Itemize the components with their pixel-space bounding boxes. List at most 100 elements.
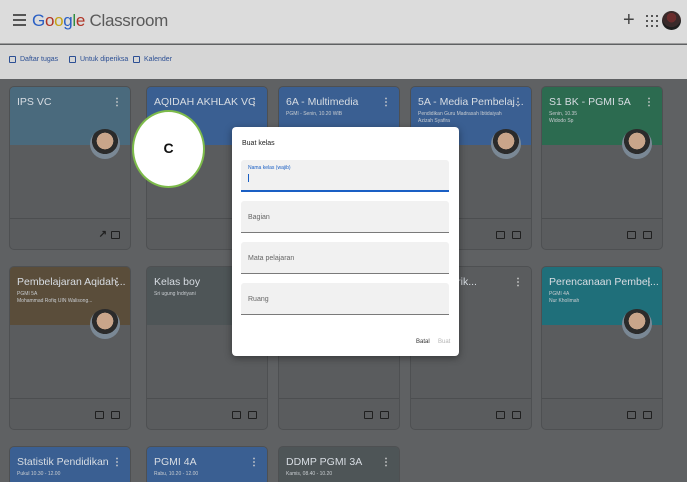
more-options-icon[interactable]: ⋮ bbox=[644, 97, 654, 108]
card-title[interactable]: DDMP PGMI 3A bbox=[286, 456, 362, 468]
nav-label: Daftar tugas bbox=[20, 56, 59, 63]
dialog-title: Buat kelas bbox=[242, 140, 275, 147]
card-title[interactable]: 6A - Multimedia bbox=[286, 96, 358, 108]
nav-daftar-tugas[interactable]: Daftar tugas bbox=[9, 56, 58, 63]
card-subtitle: Pukul 10.30 - 12.00 bbox=[17, 471, 61, 477]
checklist-icon bbox=[9, 56, 16, 63]
app-logo[interactable]: Google Classroom bbox=[32, 11, 168, 31]
card-subtitle: Senin, 10.35 bbox=[549, 111, 578, 117]
card-title[interactable]: PGMI 4A bbox=[154, 456, 197, 468]
teacher-avatar bbox=[622, 129, 652, 159]
more-options-icon[interactable]: ⋮ bbox=[513, 277, 523, 288]
folder-icon[interactable] bbox=[111, 231, 120, 239]
teacher-avatar bbox=[491, 129, 521, 159]
folder-icon[interactable] bbox=[643, 231, 652, 239]
text-caret bbox=[248, 174, 249, 182]
card-footer bbox=[279, 398, 399, 429]
folder-icon[interactable] bbox=[512, 411, 521, 419]
class-card[interactable]: Pembelajaran Aqidah... PGMI 5A Mohammad Ro… bbox=[9, 266, 131, 430]
folder-icon[interactable] bbox=[380, 411, 389, 419]
card-teacher: Widodo Sp bbox=[549, 118, 574, 124]
top-bar: Google Classroom + bbox=[0, 0, 687, 44]
card-footer bbox=[411, 398, 531, 429]
more-options-icon[interactable]: ⋮ bbox=[112, 97, 122, 108]
card-title[interactable]: Kelas boy bbox=[154, 276, 200, 288]
create-class-dialog: Buat kelas Nama kelas (wajib) Bagian Mat… bbox=[232, 127, 459, 356]
card-footer bbox=[542, 398, 662, 429]
section-field[interactable]: Bagian bbox=[241, 201, 449, 233]
field-label: Bagian bbox=[248, 214, 270, 221]
assignment-icon[interactable] bbox=[496, 411, 505, 419]
sub-navigation: Daftar tugas Untuk diperiksa Kalender bbox=[0, 45, 687, 79]
folder-icon[interactable] bbox=[111, 411, 120, 419]
card-footer bbox=[10, 398, 130, 429]
folder-icon bbox=[69, 56, 76, 63]
more-options-icon[interactable]: ⋮ bbox=[513, 97, 523, 108]
card-subtitle: PGMI - Senin, 10.20 WIB bbox=[286, 111, 343, 117]
card-teacher: Nur Kholimah bbox=[549, 298, 580, 304]
class-card[interactable]: Perencanaan Pembel... PGMI 4A Nur Kholimah… bbox=[541, 266, 663, 430]
annotation-marker: C bbox=[132, 110, 205, 188]
card-footer: ↗ bbox=[10, 218, 130, 249]
more-options-icon[interactable]: ⋮ bbox=[112, 457, 122, 468]
subject-field[interactable]: Mata pelajaran bbox=[241, 242, 449, 274]
class-card[interactable]: PGMI 4A Rabu, 10.20 - 12.00 ⋮ bbox=[146, 446, 268, 482]
card-title[interactable]: Perencanaan Pembel... bbox=[549, 276, 659, 288]
nav-label: Untuk diperiksa bbox=[80, 56, 129, 63]
card-title[interactable]: IPS VC bbox=[17, 96, 51, 108]
card-subtitle: PGMI 4A bbox=[549, 291, 570, 297]
assignment-icon[interactable] bbox=[95, 411, 104, 419]
nav-untuk-diperiksa[interactable]: Untuk diperiksa bbox=[69, 56, 128, 63]
app-name: Classroom bbox=[89, 11, 169, 30]
class-card[interactable]: S1 BK - PGMI 5A Senin, 10.35 Widodo Sp ⋮ bbox=[541, 86, 663, 250]
menu-icon[interactable] bbox=[13, 14, 26, 26]
teacher-avatar bbox=[622, 309, 652, 339]
folder-icon[interactable] bbox=[248, 411, 257, 419]
card-title[interactable]: Statistik Pendidikan bbox=[17, 456, 109, 468]
cancel-button[interactable]: Batal bbox=[416, 339, 430, 345]
room-field[interactable]: Ruang bbox=[241, 283, 449, 315]
class-name-field[interactable]: Nama kelas (wajib) bbox=[241, 160, 449, 192]
card-title[interactable]: AQIDAH AKHLAK VC bbox=[154, 96, 256, 108]
card-teacher: Mohammad Rofiq UIN Walisong... bbox=[17, 298, 93, 304]
card-footer bbox=[147, 398, 267, 429]
more-options-icon[interactable]: ⋮ bbox=[249, 97, 259, 108]
more-options-icon[interactable]: ⋮ bbox=[381, 97, 391, 108]
assignment-icon[interactable] bbox=[364, 411, 373, 419]
assignment-icon[interactable] bbox=[232, 411, 241, 419]
account-avatar[interactable] bbox=[662, 11, 681, 30]
card-subtitle: PGMI 5A bbox=[17, 291, 38, 297]
card-subtitle: Pendidikan Guru Madrasah Ibtidaiyah bbox=[418, 111, 502, 117]
assignment-icon[interactable] bbox=[496, 231, 505, 239]
more-options-icon[interactable]: ⋮ bbox=[112, 277, 122, 288]
class-card[interactable]: DDMP PGMI 3A Kamis, 08.40 - 10.20 ⋮ bbox=[278, 446, 400, 482]
annotation-label: C bbox=[163, 140, 174, 156]
more-options-icon[interactable]: ⋮ bbox=[381, 457, 391, 468]
create-button[interactable]: Buat bbox=[438, 339, 450, 345]
card-teacher: Azizah Syafira bbox=[418, 118, 450, 124]
card-subtitle: Kamis, 08.40 - 10.20 bbox=[286, 471, 333, 477]
card-title[interactable]: S1 BK - PGMI 5A bbox=[549, 96, 631, 108]
folder-icon[interactable] bbox=[512, 231, 521, 239]
card-subtitle: Sri ugung Indriyani bbox=[154, 291, 196, 297]
folder-icon[interactable] bbox=[643, 411, 652, 419]
more-options-icon[interactable]: ⋮ bbox=[249, 457, 259, 468]
more-options-icon[interactable]: ⋮ bbox=[644, 277, 654, 288]
card-subtitle: Rabu, 10.20 - 12.00 bbox=[154, 471, 199, 477]
assignment-icon[interactable] bbox=[627, 231, 636, 239]
class-card[interactable]: Statistik Pendidikan Pukul 10.30 - 12.00 ⋮ bbox=[9, 446, 131, 482]
calendar-icon bbox=[133, 56, 140, 63]
trend-icon[interactable]: ↗ bbox=[99, 229, 107, 240]
class-card[interactable]: IPS VC ⋮ ↗ bbox=[9, 86, 131, 250]
assignment-icon[interactable] bbox=[627, 411, 636, 419]
card-title[interactable]: 5A - Media Pembelaj... bbox=[418, 96, 524, 108]
card-title[interactable]: Pembelajaran Aqidah... bbox=[17, 276, 126, 288]
nav-kalender[interactable]: Kalender bbox=[133, 56, 172, 63]
add-icon[interactable]: + bbox=[623, 9, 635, 32]
field-label: Nama kelas (wajib) bbox=[248, 165, 291, 171]
teacher-avatar bbox=[90, 309, 120, 339]
google-wordmark: Google bbox=[32, 11, 86, 30]
nav-label: Kalender bbox=[144, 56, 173, 63]
apps-grid-icon[interactable] bbox=[646, 15, 658, 27]
card-footer bbox=[542, 218, 662, 249]
